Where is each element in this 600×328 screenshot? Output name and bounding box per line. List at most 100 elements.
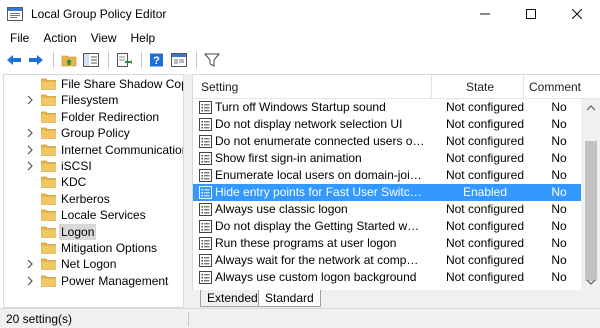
tree-item[interactable]: Group Policy [4, 125, 183, 141]
minimize-button[interactable] [462, 0, 508, 28]
policy-row[interactable]: Enumerate local users on domain-joined c… [193, 167, 581, 184]
policy-row[interactable]: Do not display the Getting Started welco… [193, 218, 581, 235]
export-list-button[interactable] [114, 50, 134, 70]
title-bar[interactable]: Local Group Policy Editor [0, 0, 600, 28]
toolbar-separator [53, 52, 54, 68]
policy-setting-name: Always use custom logon background [215, 270, 417, 284]
back-button[interactable] [4, 50, 24, 70]
maximize-icon [526, 9, 536, 19]
policy-row[interactable]: Always use custom logon background Not co… [193, 269, 581, 286]
close-button[interactable] [554, 0, 600, 28]
policy-setting-name: Do not enumerate connected users on do..… [215, 134, 425, 148]
tree-item[interactable]: Filesystem [4, 92, 183, 109]
column-divider[interactable] [523, 75, 524, 99]
expand-chevron-icon[interactable] [26, 259, 34, 271]
up-one-level-button[interactable] [59, 50, 79, 70]
folder-icon [41, 275, 56, 290]
policy-row[interactable]: Always wait for the network at computer … [193, 252, 581, 269]
policy-comment: No [551, 100, 567, 114]
help-button[interactable]: ? [147, 50, 167, 70]
folder-icon [41, 242, 56, 257]
menu-file[interactable]: File [0, 28, 36, 48]
policy-comment: No [551, 117, 567, 131]
tree-item[interactable]: File Share Shadow Copy [4, 76, 183, 93]
expand-chevron-icon[interactable] [26, 161, 34, 173]
column-state-header[interactable]: State [466, 75, 494, 99]
policy-state: Not configured [445, 202, 525, 216]
policy-row[interactable]: Run these programs at user logon Not conf… [193, 235, 581, 252]
scroll-up-arrow-icon[interactable] [581, 101, 600, 115]
policy-row[interactable]: Always use classic logon Not configured No [193, 201, 581, 218]
policy-state: Not configured [445, 134, 525, 148]
properties-button[interactable] [169, 50, 189, 70]
policy-state: Not configured [445, 168, 525, 182]
up-folder-icon [61, 55, 77, 67]
tab-standard[interactable]: Standard [258, 290, 321, 307]
maximize-button[interactable] [508, 0, 554, 28]
tree-item-label: Kerberos [61, 191, 110, 206]
filter-button[interactable] [202, 50, 222, 70]
menu-help[interactable]: Help [124, 28, 163, 48]
policy-row[interactable]: Hide entry points for Fast User Switchin… [193, 184, 581, 201]
expand-chevron-icon[interactable] [26, 95, 34, 107]
tab-extended[interactable]: Extended [200, 290, 265, 307]
tree-item[interactable]: iSCSI [4, 158, 183, 174]
tree-item-label: Group Policy [61, 126, 130, 141]
tree-item-label: Internet Communication [61, 142, 184, 157]
forward-button[interactable] [26, 50, 46, 70]
expand-chevron-icon[interactable] [26, 276, 34, 288]
policy-setting-icon [199, 271, 212, 284]
tree-item[interactable]: Internet Communication [4, 142, 184, 158]
policy-row[interactable]: Show first sign-in animation Not configur… [193, 150, 581, 167]
column-comment-header[interactable]: Comment [529, 75, 581, 99]
policy-row[interactable]: Do not enumerate connected users on do..… [193, 133, 581, 150]
tree-item[interactable]: Folder Redirection [4, 109, 183, 125]
tree-item[interactable]: Locale Services [4, 207, 183, 223]
policy-row[interactable]: Turn off Windows Startup sound Not config… [193, 99, 581, 116]
help-icon: ? [150, 53, 163, 67]
policy-setting-name: Hide entry points for Fast User Switchin… [215, 185, 425, 199]
export-list-icon [117, 53, 132, 67]
policy-comment: No [551, 253, 567, 267]
menu-view[interactable]: View [84, 28, 124, 48]
scrollbar-thumb[interactable] [585, 141, 597, 281]
tree-item-label: Net Logon [61, 257, 117, 272]
tree-item[interactable]: KDC [4, 174, 183, 190]
status-divider [188, 312, 189, 326]
pane-splitter[interactable] [184, 74, 192, 308]
show-hide-tree-button[interactable] [81, 50, 101, 70]
expand-chevron-icon[interactable] [26, 145, 34, 157]
policy-setting-icon [199, 220, 212, 233]
main-area: File Share Shadow Copy Filesystem Folder R… [0, 74, 600, 308]
policy-state: Not configured [445, 270, 525, 284]
column-divider[interactable] [431, 75, 432, 99]
list-header: Setting State Comment [193, 75, 600, 99]
policy-row[interactable]: Do not display network selection UI Not c… [193, 116, 581, 133]
folder-icon [41, 258, 56, 273]
tree-item[interactable]: Logon [4, 223, 183, 240]
policy-comment: No [551, 151, 567, 165]
tree-item-label: iSCSI [61, 159, 92, 173]
policy-state: Not configured [445, 253, 525, 267]
tree-item-label: Power Management [61, 273, 169, 288]
policy-setting-icon [199, 118, 212, 131]
policy-state: Not configured [445, 236, 525, 250]
tree-pane[interactable]: File Share Shadow Copy Filesystem Folder R… [3, 74, 184, 308]
scroll-down-arrow-icon[interactable] [581, 275, 600, 289]
policy-state: Not configured [445, 117, 525, 131]
policy-comment: No [551, 236, 567, 250]
expand-chevron-icon[interactable] [26, 128, 34, 140]
folder-icon [41, 94, 56, 109]
tree-item[interactable]: Net Logon [4, 256, 183, 273]
tree-item[interactable]: Kerberos [4, 191, 183, 207]
policy-setting-name: Do not display network selection UI [215, 117, 403, 131]
vertical-scrollbar[interactable] [581, 99, 600, 290]
column-setting-header[interactable]: Setting [201, 75, 238, 99]
folder-icon [41, 78, 56, 93]
menu-action[interactable]: Action [36, 28, 83, 48]
policy-setting-icon [199, 135, 212, 148]
policy-comment: No [551, 168, 567, 182]
minimize-icon [480, 13, 490, 15]
tree-item[interactable]: Mitigation Options [4, 240, 183, 257]
tree-item[interactable]: Power Management [4, 273, 183, 290]
